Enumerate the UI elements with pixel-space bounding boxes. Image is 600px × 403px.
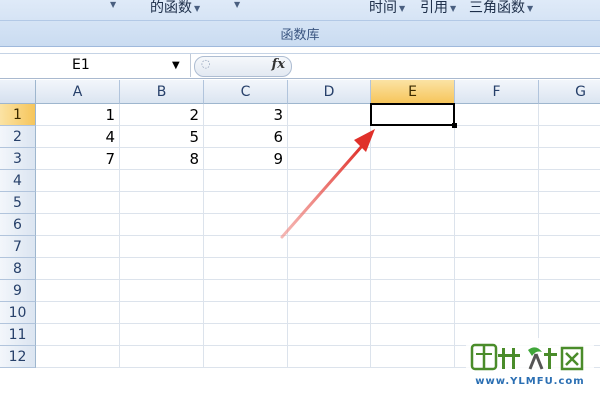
watermark-logo <box>470 343 584 371</box>
watermark: www.YLMFU.com <box>466 338 594 396</box>
arrow-head <box>354 129 375 152</box>
watermark-url: www.YLMFU.com <box>475 376 585 387</box>
arrow-shaft <box>280 144 364 239</box>
